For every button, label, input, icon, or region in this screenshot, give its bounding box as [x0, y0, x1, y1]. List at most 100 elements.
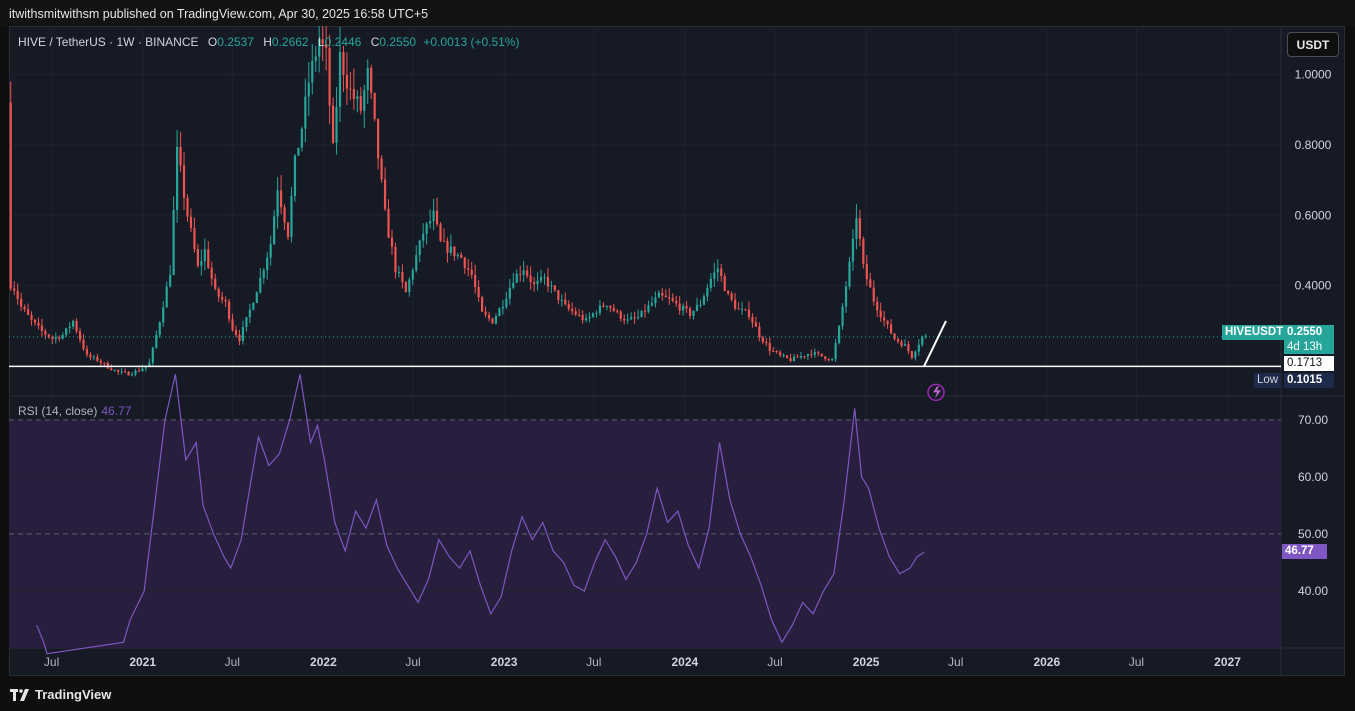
candle-body	[716, 268, 719, 273]
candle-body	[789, 357, 792, 362]
candle-body	[914, 351, 917, 358]
currency-button[interactable]: USDT	[1287, 32, 1339, 57]
x-tick-label: 2024	[672, 655, 699, 669]
candle-body	[664, 295, 667, 298]
candle-body	[921, 336, 924, 345]
x-tick-label: 2023	[491, 655, 518, 669]
candle-body	[494, 316, 498, 324]
candle-body	[397, 272, 401, 274]
candle-body	[266, 257, 269, 271]
candle-body	[834, 343, 837, 360]
candle-body	[231, 319, 234, 331]
candle-body	[377, 118, 380, 159]
candle-body	[900, 341, 903, 346]
candle-body	[58, 337, 61, 339]
footer-bar	[0, 682, 1355, 711]
candle-body	[383, 179, 387, 209]
tradingview-logo-icon	[10, 688, 29, 701]
candle-body	[456, 254, 459, 257]
candle-body	[117, 369, 120, 372]
rsi-legend-label: RSI (14, close)	[18, 404, 98, 418]
candle-body	[765, 342, 768, 344]
candle-body	[616, 311, 619, 313]
lightning-bolt-glyph	[933, 386, 942, 399]
tradingview-logo[interactable]: TradingView	[10, 687, 111, 702]
candle-body	[158, 322, 161, 335]
candle-body	[307, 82, 310, 97]
candle-body	[273, 216, 276, 245]
candle-body	[699, 304, 702, 306]
x-tick-label: Jul	[948, 655, 963, 669]
overlay-layer	[9, 320, 1281, 402]
candle-body	[851, 238, 855, 262]
candle-body	[30, 314, 33, 320]
candle-body	[300, 128, 303, 148]
candle-body	[695, 304, 699, 311]
candle-body	[782, 355, 785, 357]
candle-body	[193, 227, 196, 250]
candle-body	[515, 273, 518, 283]
candle-body	[75, 320, 78, 332]
candle-body	[203, 249, 206, 262]
candle-body	[889, 324, 893, 334]
candle-body	[883, 317, 886, 321]
candle-body	[820, 353, 823, 357]
chart-canvas[interactable]: Jul 2021 Jul 2022 Jul 2023 Jul 2024 Jul 2025 Jul 20…	[9, 26, 1345, 676]
candle-body	[727, 290, 730, 294]
hline-price-badge: 0.1713	[1284, 356, 1334, 371]
candle-body	[720, 268, 723, 277]
candle-body	[713, 272, 716, 279]
x-tick-label: 2027	[1214, 655, 1241, 669]
candle-body	[422, 233, 425, 241]
candle-body	[879, 310, 882, 318]
candle-body	[799, 356, 803, 358]
candle-body	[151, 347, 154, 363]
x-tick-label: Jul	[767, 655, 782, 669]
publish-line: itwithsmitwithsm published on TradingVie…	[9, 7, 429, 21]
candle-body	[335, 106, 338, 143]
candle-body	[751, 317, 754, 323]
candle-body	[706, 287, 709, 297]
candle-body	[824, 356, 827, 360]
candle-body	[297, 147, 300, 156]
candle-body	[567, 304, 570, 309]
candle-body	[508, 287, 511, 299]
candle-body	[311, 61, 314, 83]
candle-body	[453, 246, 456, 257]
candle-body	[831, 359, 834, 361]
candle-body	[345, 74, 349, 89]
candle-body	[234, 330, 238, 335]
price-tick-label: 1.0000	[1295, 67, 1332, 81]
candle-body	[688, 308, 692, 317]
candle-body	[162, 307, 165, 323]
low-label-badge: Low	[1254, 373, 1282, 388]
candle-body	[78, 331, 82, 340]
candle-body	[262, 270, 265, 278]
candle-body	[827, 359, 830, 361]
candle-body	[130, 374, 134, 376]
candle-body	[92, 356, 96, 358]
candle-body	[865, 263, 868, 280]
candle-body	[671, 298, 674, 301]
candle-body	[623, 318, 626, 321]
candle-body	[72, 320, 75, 327]
candle-body	[401, 272, 404, 283]
candle-body	[120, 371, 123, 373]
candle-body	[429, 221, 432, 224]
candle-body	[279, 190, 283, 208]
candle-body	[481, 297, 484, 312]
candle-body	[536, 280, 539, 285]
candle-body	[792, 356, 796, 362]
candle-body	[529, 275, 532, 283]
candle-body	[602, 305, 605, 307]
candle-body	[200, 261, 203, 266]
rsi-legend: RSI (14, close) 46.77	[18, 404, 131, 418]
candle-body	[668, 297, 671, 299]
candle-body	[241, 327, 245, 341]
candle-body	[553, 285, 556, 291]
rsi-tick-label: 60.00	[1298, 470, 1328, 484]
candle-body	[442, 240, 446, 242]
price-tick-label: 0.6000	[1295, 208, 1332, 222]
candle-body	[512, 282, 515, 288]
x-tick-label: Jul	[1129, 655, 1144, 669]
